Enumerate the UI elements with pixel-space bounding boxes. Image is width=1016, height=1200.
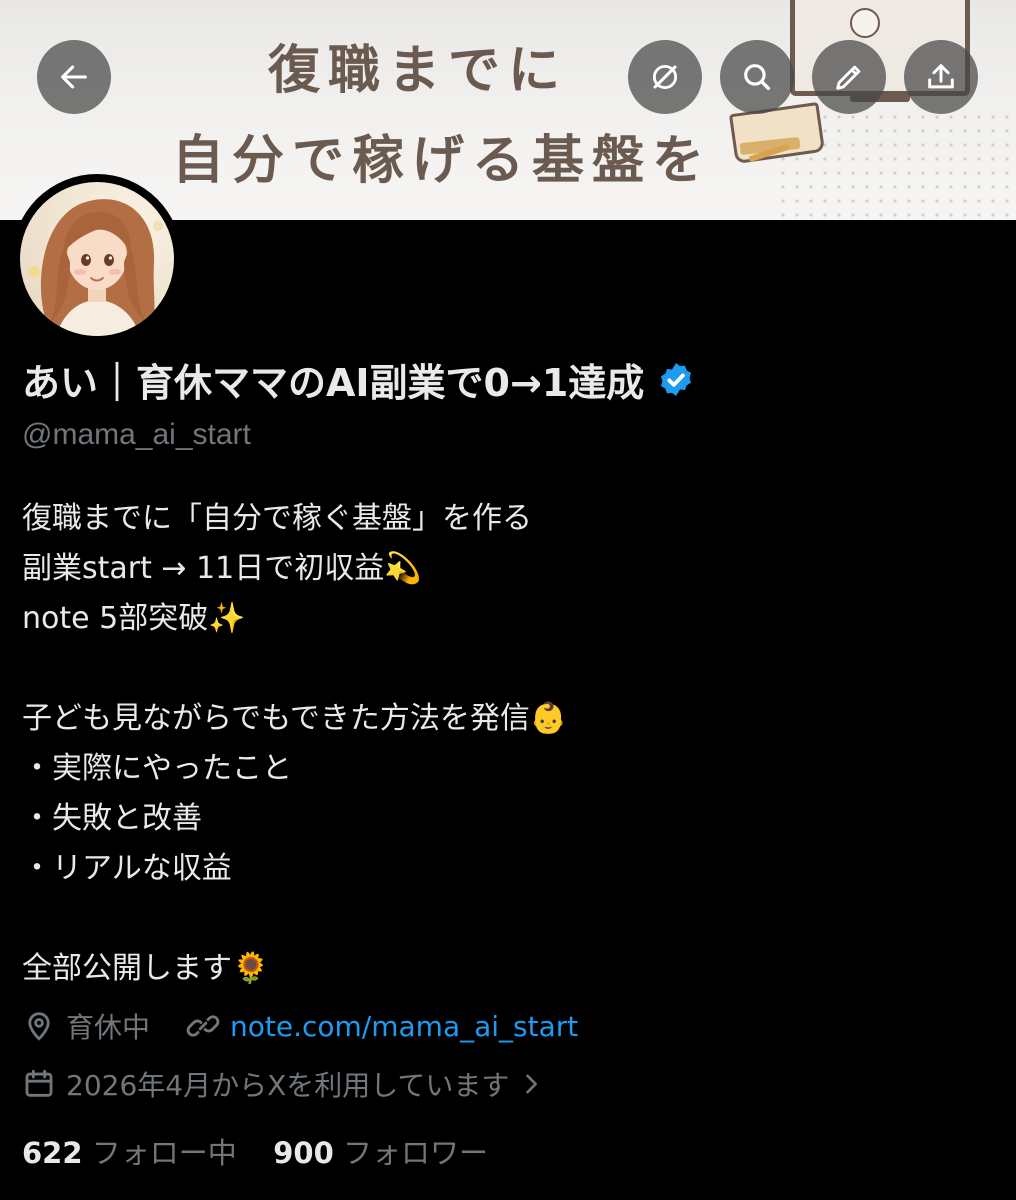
bio-line: 全部公開します🌻 [22,951,270,986]
profile-bio: 復職までに「自分で稼ぐ基盤」を作る 副業start → 11日で初収益💫 not… [22,494,567,994]
following-label: フォロー中 [91,1136,237,1170]
profile-joined-row[interactable]: 2026年4月からXを利用しています [22,1064,545,1104]
profile-display-name: あい｜育休ママのAI副業で0→1達成 [22,361,645,405]
banner-monitor-avatar-icon [850,8,880,38]
edit-button[interactable] [812,40,886,114]
pencil-icon [836,65,861,90]
followers-stat[interactable]: 900 フォロワー [273,1136,488,1170]
bio-line: ・失敗と改善 [22,801,202,836]
share-upload-icon [928,64,954,89]
arrow-left-icon [61,65,87,89]
profile-handle: @mama_ai_start [22,418,251,451]
profile-display-name-row: あい｜育休ママのAI副業で0→1達成 [22,352,696,407]
chevron-right-icon [526,1074,538,1094]
bio-line: 復職までに「自分で稼ぐ基盤」を作る [22,501,532,536]
banner-text-line2: 自分で稼げる基盤を [172,130,713,191]
followers-label: フォロワー [342,1136,488,1170]
bio-line: 副業start → 11日で初収益💫 [22,551,422,586]
bio-line: 子ども見ながらでもできた方法を発信👶 [22,701,568,736]
calendar-icon [25,1069,53,1097]
search-icon [744,64,771,91]
profile-location-link-row: 育休中 note.com/mama_ai_start [22,1006,578,1046]
share-button[interactable] [904,40,978,114]
profile-page: 復職までに 自分で稼げる基盤を あい｜育休ママのAI副業で0→1達成 @mama… [0,0,1016,1200]
following-stat[interactable]: 622 フォロー中 [22,1136,246,1170]
avatar[interactable] [12,174,182,344]
banner-text-line1: 復職までに [268,40,569,101]
profile-website-link[interactable]: note.com/mama_ai_start [230,1010,578,1043]
avatar-image [20,182,174,336]
bio-blank-line [22,644,567,694]
profile-joined-date: 2026年4月からXを利用しています [66,1069,510,1102]
slashed-circle-icon [652,64,678,90]
followers-count: 900 [273,1136,334,1170]
search-button[interactable] [720,40,794,114]
profile-location: 育休中 [66,1011,151,1044]
link-icon [186,1015,220,1037]
avatar-illustration [28,199,163,336]
back-button[interactable] [37,40,111,114]
location-pin-icon [28,1012,50,1041]
grok-button[interactable] [628,40,702,114]
bio-blank-line [22,894,567,944]
bio-line: note 5部突破✨ [22,601,246,636]
bio-line: ・実際にやったこと [22,751,292,786]
profile-stats: 622 フォロー中 900 フォロワー [22,1130,488,1172]
following-count: 622 [22,1136,83,1170]
bio-line: ・リアルな収益 [22,851,232,886]
verified-badge-icon[interactable] [656,360,696,400]
